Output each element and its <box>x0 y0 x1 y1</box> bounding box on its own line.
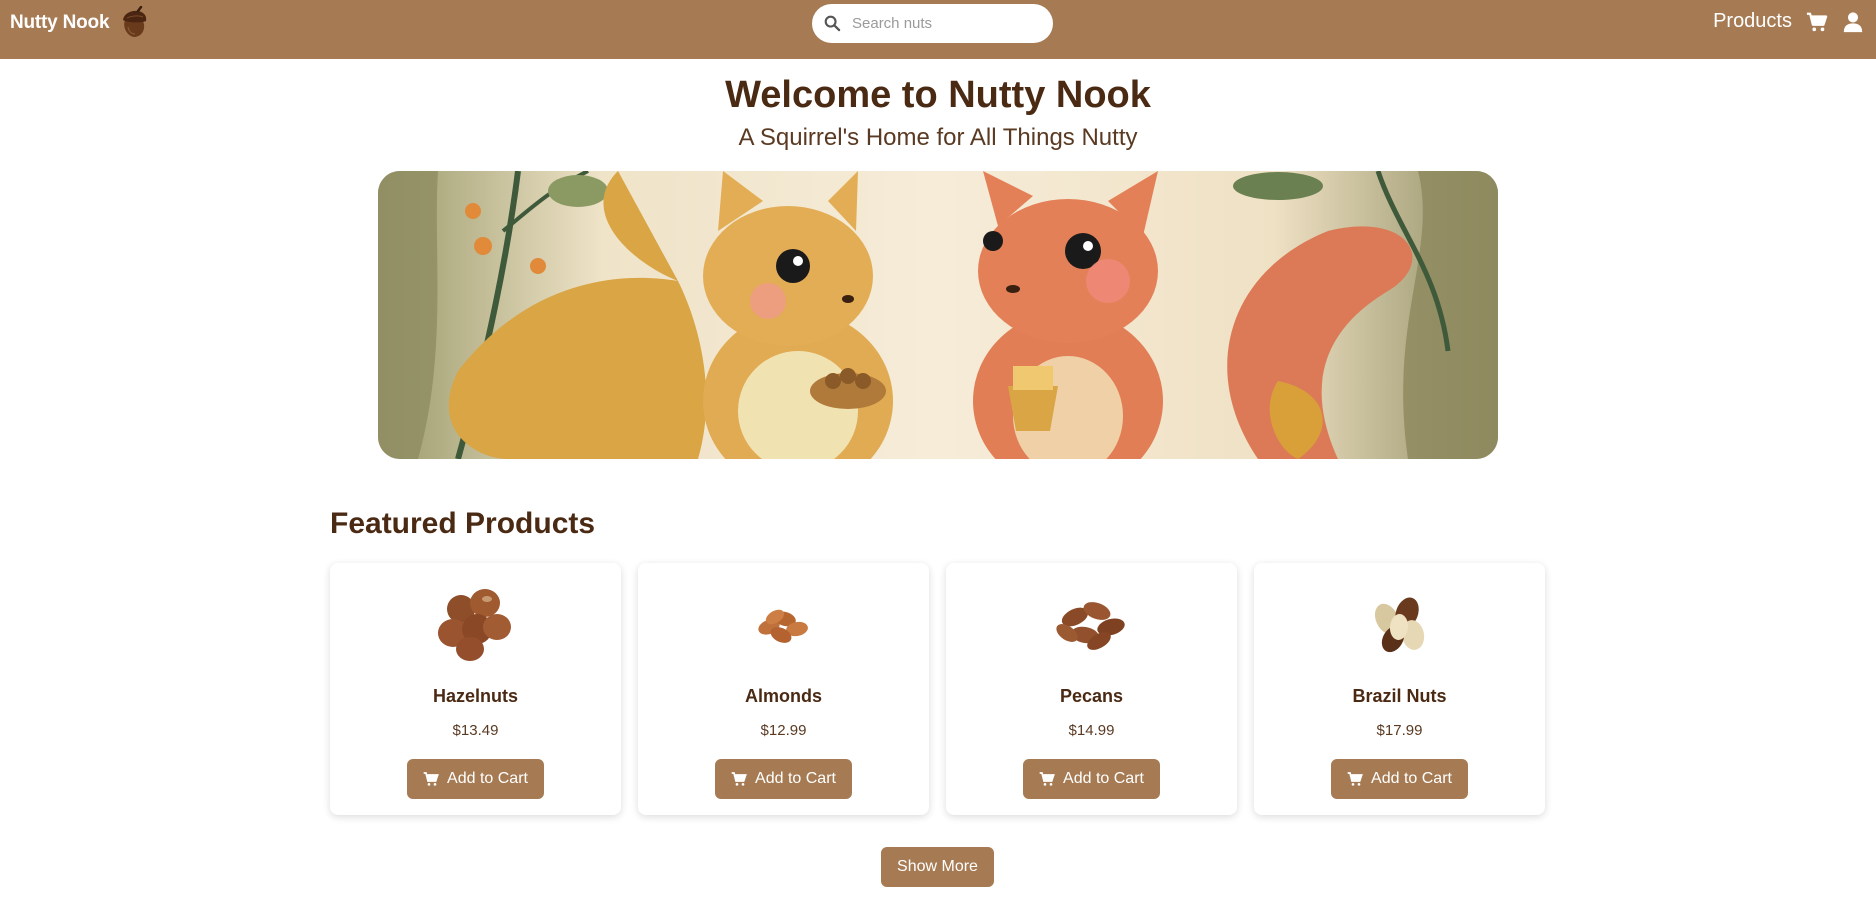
product-name: Almonds <box>744 686 822 706</box>
product-card: Pecans $14.99 Add to Cart <box>946 563 1237 815</box>
product-price: $12.99 <box>760 722 807 739</box>
product-card: Hazelnuts $13.49 Add to Cart <box>330 563 621 815</box>
cart-icon <box>1347 772 1363 786</box>
product-price: $13.49 <box>452 722 499 739</box>
top-navbar: Nutty Nook Products <box>0 0 1876 59</box>
product-card: Almonds $12.99 Add to Cart <box>638 563 929 815</box>
cart-icon <box>731 772 747 786</box>
brand-logo[interactable]: Nutty Nook <box>10 6 150 40</box>
add-to-cart-label: Add to Cart <box>755 770 836 787</box>
add-to-cart-label: Add to Cart <box>1063 770 1144 787</box>
brand-name: Nutty Nook <box>10 12 110 33</box>
acorn-icon <box>123 6 147 37</box>
cart-icon <box>1039 772 1055 786</box>
cart-icon[interactable] <box>1806 11 1828 33</box>
product-grid: Hazelnuts $13.49 Add to Cart Almonds $12… <box>330 563 1546 815</box>
product-name: Hazelnuts <box>432 686 519 706</box>
search-bar[interactable] <box>812 4 1053 43</box>
cart-icon <box>423 772 439 786</box>
nav-products-link[interactable]: Products <box>1713 10 1792 33</box>
search-input[interactable] <box>852 15 1042 32</box>
add-to-cart-button[interactable]: Add to Cart <box>407 759 544 799</box>
brazil-nuts-image <box>1374 597 1425 653</box>
show-more-button[interactable]: Show More <box>881 847 994 887</box>
search-icon <box>824 15 841 32</box>
page-title: Welcome to Nutty Nook <box>725 74 1151 116</box>
product-price: $14.99 <box>1068 722 1115 739</box>
add-to-cart-button[interactable]: Add to Cart <box>715 759 852 799</box>
add-to-cart-label: Add to Cart <box>1371 770 1452 787</box>
product-price: $17.99 <box>1376 722 1423 739</box>
nav-right: Products <box>1713 10 1864 33</box>
product-name: Pecans <box>1059 686 1124 706</box>
page-subtitle: A Squirrel's Home for All Things Nutty <box>738 124 1138 151</box>
product-card: Brazil Nuts $17.99 Add to Cart <box>1254 563 1545 815</box>
featured-products-heading: Featured Products <box>330 507 596 540</box>
hero-banner-image <box>378 171 1498 459</box>
add-to-cart-button[interactable]: Add to Cart <box>1331 759 1468 799</box>
pecans-image <box>1056 602 1125 650</box>
add-to-cart-label: Add to Cart <box>447 770 528 787</box>
almonds-image <box>758 609 808 643</box>
user-icon[interactable] <box>1842 11 1864 33</box>
product-name: Brazil Nuts <box>1352 686 1447 706</box>
add-to-cart-button[interactable]: Add to Cart <box>1023 759 1160 799</box>
hazelnuts-image <box>438 589 511 661</box>
